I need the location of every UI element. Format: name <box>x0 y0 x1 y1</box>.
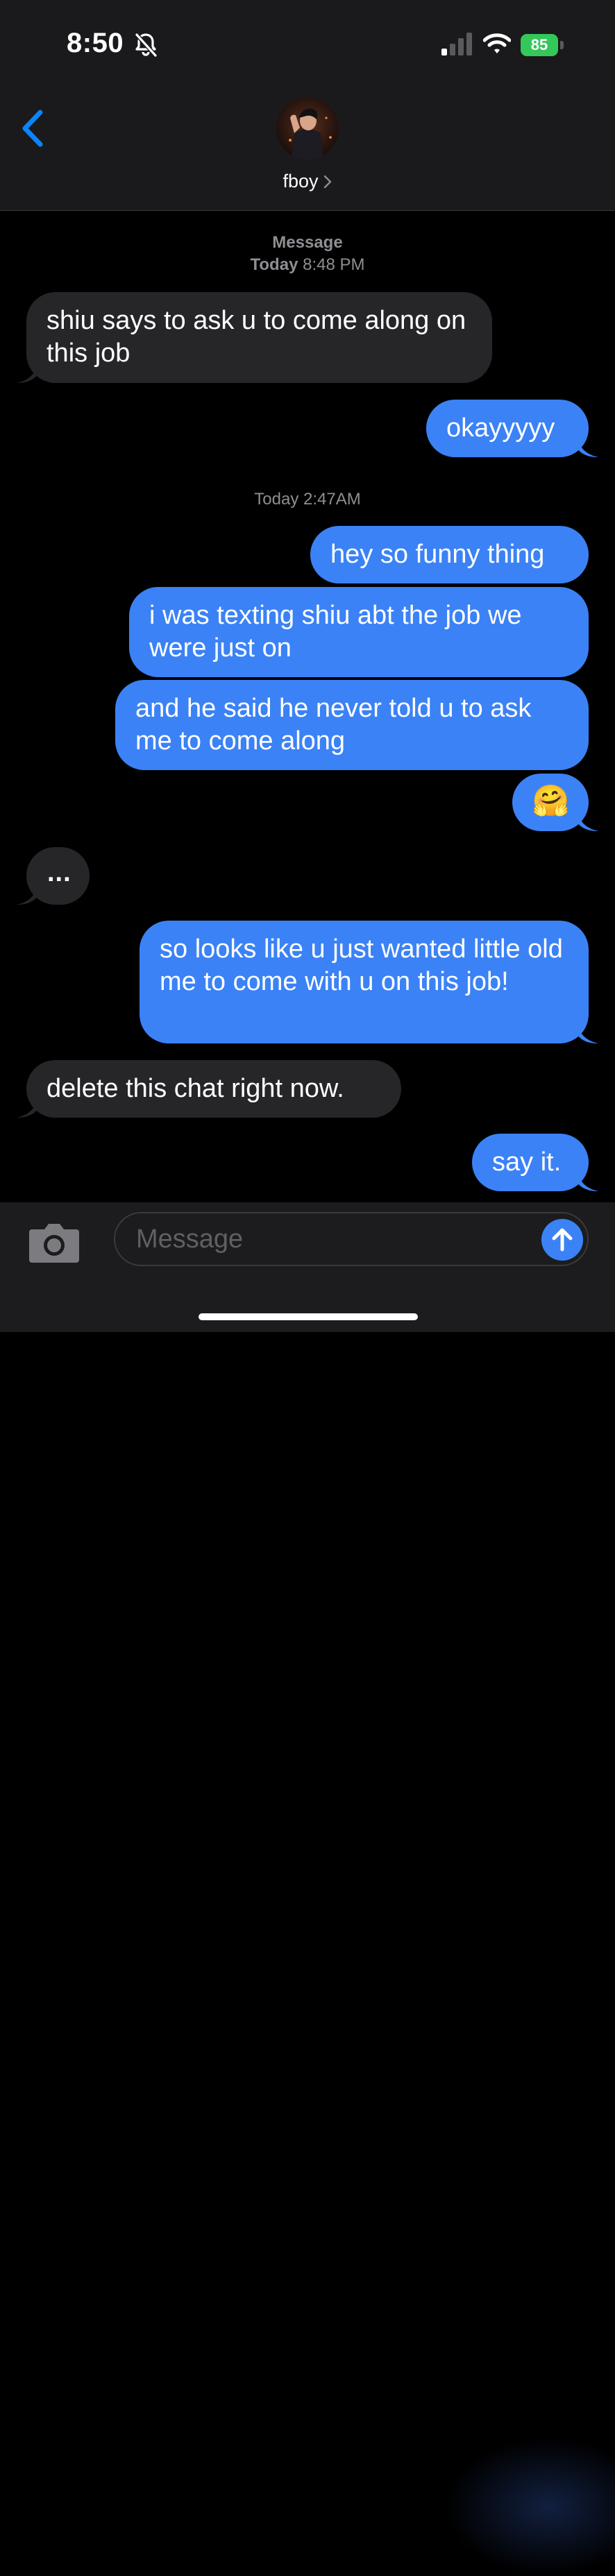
cellular-signal-icon <box>441 33 472 56</box>
back-chevron-icon[interactable] <box>15 104 50 153</box>
contact-avatar[interactable] <box>276 97 339 160</box>
home-indicator[interactable] <box>199 1313 418 1320</box>
message-outgoing[interactable]: and he said he never told u to ask me to… <box>115 680 589 770</box>
compose-bar: Message <box>0 1202 615 2576</box>
clock: 8:50 <box>67 28 124 58</box>
message-input[interactable]: Message <box>114 1212 589 1266</box>
message-outgoing-emoji[interactable]: 🤗 <box>512 774 598 831</box>
message-incoming[interactable]: ... <box>17 847 90 905</box>
timestamp-second: Today 2:47AM <box>254 490 361 509</box>
contact-name: fboy <box>283 171 319 191</box>
message-outgoing[interactable]: hey so funny thing <box>310 526 589 583</box>
message-outgoing[interactable]: say it. <box>472 1134 598 1191</box>
service-label: Message <box>272 233 343 252</box>
camera-icon[interactable] <box>28 1221 81 1264</box>
contact-name-button[interactable]: fboy <box>0 171 615 192</box>
status-bar: 8:50 85 <box>0 0 615 90</box>
message-outgoing[interactable]: i was texting shiu abt the job we were j… <box>129 587 589 677</box>
battery-level: 85 <box>521 34 558 56</box>
battery-indicator: 85 <box>521 34 564 56</box>
conversation-header: fboy <box>0 90 615 211</box>
message-input-placeholder: Message <box>136 1225 244 1254</box>
message-incoming[interactable]: delete this chat right now. <box>17 1060 401 1118</box>
timestamp-first: Today 8:48 PM <box>250 255 365 274</box>
message-incoming[interactable]: shiu says to ask u to come along on this… <box>17 292 492 383</box>
wifi-icon <box>483 33 511 53</box>
message-outgoing[interactable]: so looks like u just wanted little old m… <box>140 921 598 1043</box>
message-outgoing[interactable]: okayyyyy <box>426 400 598 457</box>
chevron-right-icon <box>323 175 331 189</box>
send-arrow-icon[interactable] <box>541 1219 583 1261</box>
silent-bell-icon <box>135 33 158 58</box>
